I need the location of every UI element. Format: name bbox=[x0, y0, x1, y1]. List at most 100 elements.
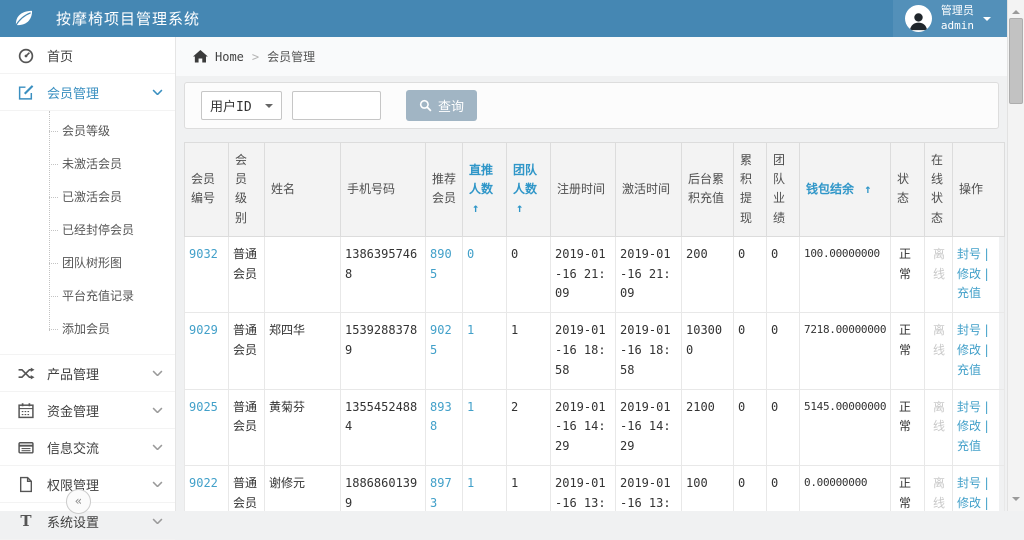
table-row: 9029 普通会员 郑四华 15392883789 9025 1 1 2019-… bbox=[185, 313, 1005, 389]
col-wallet-balance[interactable]: 钱包结余 ↑ bbox=[800, 143, 891, 237]
scroll-up-icon[interactable] bbox=[1012, 6, 1020, 14]
col-activate-time: 激活时间 bbox=[616, 143, 682, 237]
search-input[interactable] bbox=[292, 91, 381, 120]
sidebar-item-products[interactable]: 产品管理 bbox=[0, 355, 175, 392]
col-referrer: 推荐会员 bbox=[426, 143, 463, 237]
user-name: admin bbox=[941, 19, 974, 32]
team-performance: 0 bbox=[771, 476, 778, 490]
user-menu[interactable]: 管理员 admin bbox=[893, 0, 1007, 37]
activate-time: 2019-01-16 13:23 bbox=[620, 476, 671, 511]
table-header-row: 会员编号 会员级别 姓名 手机号码 推荐会员 直推人数 ↑ 团队人数 ↑ 注册时… bbox=[185, 143, 1005, 237]
col-team-count[interactable]: 团队人数 ↑ bbox=[507, 143, 551, 237]
referrer-link[interactable]: 9025 bbox=[430, 323, 452, 357]
total-withdraw: 0 bbox=[738, 476, 745, 490]
sidebar: 首页 会员管理 会员等级 未激活会员 已激活会员 已经封停会员 团队树形图 平台… bbox=[0, 37, 176, 511]
text-icon: T bbox=[17, 513, 35, 530]
search-field-select[interactable]: 用户ID bbox=[201, 91, 282, 120]
online-status: 离线 bbox=[933, 400, 945, 434]
backend-recharge: 103000 bbox=[686, 323, 722, 357]
sidebar-subitem-recharge-records[interactable]: 平台充值记录 bbox=[0, 279, 175, 312]
ban-link[interactable]: 封号 bbox=[957, 400, 981, 414]
member-name: 郑四华 bbox=[269, 323, 305, 337]
caret-down-icon bbox=[983, 17, 991, 25]
user-avatar bbox=[905, 5, 932, 32]
col-member-id: 会员编号 bbox=[185, 143, 229, 237]
sidebar-item-label: 会员管理 bbox=[47, 83, 99, 102]
scroll-down-icon[interactable] bbox=[1012, 497, 1020, 505]
vertical-scrollbar[interactable] bbox=[1007, 0, 1024, 511]
col-backend-recharge: 后台累积充值 bbox=[682, 143, 734, 237]
member-id-link[interactable]: 9032 bbox=[189, 247, 218, 261]
referrer-link[interactable]: 8905 bbox=[430, 247, 452, 281]
search-field-selected: 用户ID bbox=[210, 96, 252, 115]
wallet-balance: 0.00000000 bbox=[804, 476, 867, 489]
edit-link[interactable]: 修改 bbox=[957, 343, 981, 357]
ban-link[interactable]: 封号 bbox=[957, 323, 981, 337]
total-withdraw: 0 bbox=[738, 400, 745, 414]
app-logo[interactable]: 按摩椅项目管理系统 bbox=[0, 8, 200, 29]
recharge-link[interactable]: 充值 bbox=[957, 286, 981, 300]
member-level: 普通会员 bbox=[233, 400, 257, 434]
sidebar-collapse-button[interactable]: « bbox=[66, 489, 91, 514]
sidebar-subitem-member-level[interactable]: 会员等级 bbox=[0, 114, 175, 147]
member-id-link[interactable]: 9022 bbox=[189, 476, 218, 490]
sort-arrow-icon: ↑ bbox=[516, 201, 523, 215]
ban-link[interactable]: 封号 bbox=[957, 476, 981, 490]
register-time: 2019-01-16 13:23 bbox=[555, 476, 606, 511]
activate-time: 2019-01-16 14:29 bbox=[620, 400, 671, 454]
referrer-link[interactable]: 8973 bbox=[430, 476, 452, 510]
sidebar-item-messages[interactable]: 信息交流 bbox=[0, 429, 175, 466]
ban-link[interactable]: 封号 bbox=[957, 247, 981, 261]
shuffle-icon bbox=[17, 365, 35, 382]
sidebar-item-label: 首页 bbox=[47, 46, 73, 65]
backend-recharge: 100 bbox=[686, 476, 708, 490]
chevron-down-icon bbox=[152, 370, 163, 377]
recharge-link[interactable]: 充值 bbox=[957, 363, 981, 377]
table-row: 9025 普通会员 黄菊芬 13554524884 8938 1 2 2019-… bbox=[185, 389, 1005, 465]
sort-arrow-icon: ↑ bbox=[472, 201, 479, 215]
members-table: 会员编号 会员级别 姓名 手机号码 推荐会员 直推人数 ↑ 团队人数 ↑ 注册时… bbox=[184, 142, 999, 511]
member-id-link[interactable]: 9025 bbox=[189, 400, 218, 414]
member-phone: 13863957468 bbox=[345, 247, 417, 281]
sidebar-item-label: 资金管理 bbox=[47, 401, 99, 420]
sidebar-item-funds[interactable]: 资金管理 bbox=[0, 392, 175, 429]
edit-link[interactable]: 修改 bbox=[957, 419, 981, 433]
backend-recharge: 200 bbox=[686, 247, 708, 261]
sidebar-item-home[interactable]: 首页 bbox=[0, 37, 175, 74]
edit-link[interactable]: 修改 bbox=[957, 267, 981, 281]
member-level: 普通会员 bbox=[233, 247, 257, 281]
col-register-time: 注册时间 bbox=[551, 143, 616, 237]
breadcrumb-current: 会员管理 bbox=[267, 48, 315, 65]
sidebar-subitem-team-tree[interactable]: 团队树形图 bbox=[0, 246, 175, 279]
direct-count-link[interactable]: 0 bbox=[467, 247, 474, 261]
team-count: 1 bbox=[511, 323, 518, 337]
app-title: 按摩椅项目管理系统 bbox=[56, 8, 200, 29]
total-withdraw: 0 bbox=[738, 247, 745, 261]
sidebar-subitem-banned-members[interactable]: 已经封停会员 bbox=[0, 213, 175, 246]
recharge-link[interactable]: 充值 bbox=[957, 439, 981, 453]
referrer-link[interactable]: 8938 bbox=[430, 400, 452, 434]
sidebar-subitem-inactive-members[interactable]: 未激活会员 bbox=[0, 147, 175, 180]
sidebar-subitem-active-members[interactable]: 已激活会员 bbox=[0, 180, 175, 213]
col-name: 姓名 bbox=[265, 143, 341, 237]
chevron-down-icon bbox=[152, 518, 163, 525]
direct-count-link[interactable]: 1 bbox=[467, 323, 474, 337]
wallet-balance: 7218.00000000 bbox=[804, 323, 886, 336]
calendar-icon bbox=[17, 402, 35, 419]
wallet-balance: 100.00000000 bbox=[804, 247, 880, 260]
edit-link[interactable]: 修改 bbox=[957, 496, 981, 510]
sidebar-item-members[interactable]: 会员管理 bbox=[0, 74, 175, 111]
search-button[interactable]: 查询 bbox=[406, 90, 477, 121]
search-icon bbox=[419, 99, 432, 112]
direct-count-link[interactable]: 1 bbox=[467, 400, 474, 414]
breadcrumb-home-link[interactable]: Home bbox=[193, 50, 244, 64]
scrollbar-thumb[interactable] bbox=[1009, 18, 1023, 104]
direct-count-link[interactable]: 1 bbox=[467, 476, 474, 490]
sidebar-item-label: 产品管理 bbox=[47, 364, 99, 383]
register-time: 2019-01-16 14:29 bbox=[555, 400, 606, 454]
member-id-link[interactable]: 9029 bbox=[189, 323, 218, 337]
team-performance: 0 bbox=[771, 400, 778, 414]
select-caret-icon bbox=[265, 104, 273, 112]
sidebar-subitem-add-member[interactable]: 添加会员 bbox=[0, 312, 175, 345]
col-direct-count[interactable]: 直推人数 ↑ bbox=[463, 143, 507, 237]
